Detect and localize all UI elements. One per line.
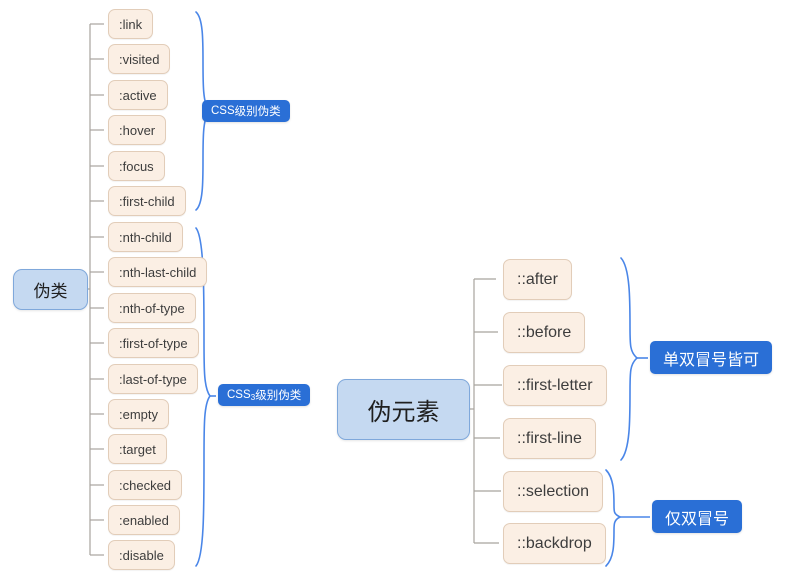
leaf-node-first-line[interactable]: ::first-line [503,418,596,459]
leaf-node-focus[interactable]: :focus [108,151,165,181]
leaf-node-nth-last-child[interactable]: :nth-last-child [108,257,208,287]
group-label-css3-level-suffix: 级别伪类 [255,390,302,402]
leaf-node-link[interactable]: :link [108,9,154,39]
leaf-node-last-of-type[interactable]: :last-of-type [108,364,198,394]
leaf-node-first-letter[interactable]: ::first-letter [503,365,607,406]
leaf-node-checked[interactable]: :checked [108,470,183,500]
group-label-css-level-suffix: 级别伪类 [234,106,281,118]
leaf-node-active[interactable]: :active [108,80,168,110]
leaf-node-before[interactable]: ::before [503,312,586,353]
group-label-css3-level[interactable]: CSS 3 级别伪类 [218,384,311,406]
leaf-node-disable[interactable]: :disable [108,540,175,570]
leaf-node-visited[interactable]: :visited [108,44,171,74]
leaf-node-after[interactable]: ::after [503,259,572,300]
group-label-css-level-prefix: CSS [211,105,235,117]
leaf-node-target[interactable]: :target [108,434,167,464]
leaf-node-first-child[interactable]: :first-child [108,186,186,216]
leaf-node-first-of-type[interactable]: :first-of-type [108,328,199,358]
leaf-node-empty[interactable]: :empty [108,399,170,429]
group-label-css3-level-prefix: CSS [227,389,251,401]
leaf-node-hover[interactable]: :hover [108,115,167,145]
group-label-double-colon-only[interactable]: 仅双冒号 [652,500,743,533]
mindmap-canvas: 伪类 伪元素 :link :visited :active :hover :fo… [0,0,797,580]
leaf-node-selection[interactable]: ::selection [503,471,604,512]
root-node-pseudo-class[interactable]: 伪类 [13,269,88,310]
leaf-node-nth-of-type[interactable]: :nth-of-type [108,293,196,323]
leaf-node-backdrop[interactable]: ::backdrop [503,523,606,564]
leaf-node-nth-child[interactable]: :nth-child [108,222,183,252]
group-label-both-colons[interactable]: 单双冒号皆可 [650,341,773,374]
group-label-css3-level-sub: 3 [250,392,256,402]
root-node-pseudo-element[interactable]: 伪元素 [337,379,470,440]
leaf-node-enabled[interactable]: :enabled [108,505,180,535]
group-label-css-level[interactable]: CSS 级别伪类 [202,100,290,122]
